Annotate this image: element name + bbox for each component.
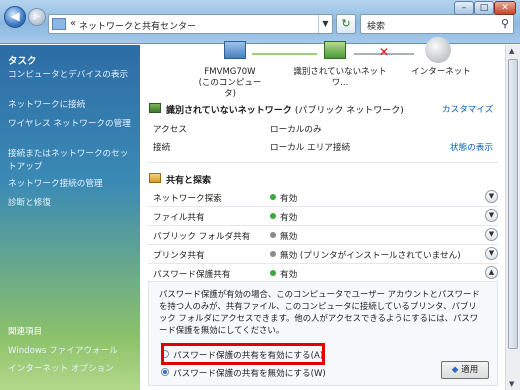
radio-disable-password[interactable]	[161, 368, 169, 376]
network-icon	[324, 41, 346, 59]
breadcrumb[interactable]: ネットワークと共有センター	[79, 19, 196, 32]
sidebar-item-internet-options[interactable]: インターネット オプション	[8, 363, 136, 376]
close-button[interactable]: ✕	[494, 1, 516, 15]
vertical-scrollbar[interactable]: ▲ ▼	[505, 45, 520, 390]
connection-label: 接続	[153, 143, 171, 153]
sharing-row-label: ファイル共有	[153, 213, 205, 223]
forward-button[interactable]: ▶	[28, 8, 46, 26]
chevron-down-icon[interactable]: ▼	[485, 228, 498, 241]
sharing-row-value: 有効	[280, 213, 298, 223]
breadcrumb-separator-icon: «	[70, 18, 77, 29]
maximize-button[interactable]: □	[474, 1, 494, 15]
computer-icon	[224, 41, 246, 59]
computer-subtitle: (このコンピュータ)	[198, 78, 262, 99]
sharing-row-password: パスワード保護共有 有効 ▲	[140, 264, 505, 282]
scroll-up-icon[interactable]: ▲	[509, 47, 514, 55]
computer-name: FMVMG70W	[204, 67, 256, 77]
scroll-thumb[interactable]	[508, 59, 518, 349]
main-content: ✕ FMVMG70W (このコンピュータ) 識別されていないネットワ... イン…	[140, 37, 505, 390]
network-node-label[interactable]: 識別されていないネットワ...	[290, 67, 390, 89]
status-dot-icon	[270, 270, 276, 276]
internet-node-label[interactable]: インターネット	[406, 67, 476, 78]
highlight-box	[161, 343, 325, 365]
sharing-row-label: パブリック フォルダ共有	[153, 232, 251, 242]
shield-icon: ◆	[451, 365, 459, 375]
customize-link[interactable]: カスタマイズ	[442, 103, 493, 115]
globe-icon	[425, 37, 451, 63]
sidebar-item-setup[interactable]: 接続またはネットワークのセットアップ	[8, 148, 136, 174]
chevron-down-icon[interactable]: ▼	[485, 190, 498, 203]
chevron-down-icon[interactable]: ▼	[485, 247, 498, 260]
status-dot-icon	[270, 213, 276, 219]
sidebar-item-firewall[interactable]: Windows ファイアウォール	[8, 345, 136, 358]
status-dot-icon	[270, 251, 276, 257]
sidebar-item-connect[interactable]: ネットワークに接続	[8, 99, 136, 112]
refresh-button[interactable]: ↻	[336, 14, 356, 34]
sharing-row-value: 有効	[280, 270, 298, 280]
network-title: 識別されていないネットワーク (パブリック ネットワーク)	[166, 103, 404, 116]
sharing-row-label: プリンタ共有	[153, 251, 205, 261]
sharing-row: プリンタ共有 無効 (プリンタがインストールされていません) ▼	[140, 245, 505, 263]
radio-disable-label[interactable]: パスワード保護の共有を無効にする(W)	[173, 367, 326, 379]
minimize-button[interactable]: –	[454, 1, 474, 15]
network-name: 識別されていないネットワーク	[166, 106, 292, 116]
sidebar-item-manage-connections[interactable]: ネットワーク接続の管理	[8, 178, 136, 191]
access-label: アクセス	[153, 125, 187, 135]
task-pane-title: タスク	[8, 56, 37, 67]
chevron-down-icon[interactable]: ▼	[485, 209, 498, 222]
sharing-row-value: 有効	[280, 194, 298, 204]
search-icon[interactable]: ⚲	[501, 17, 509, 30]
disconnected-x-icon: ✕	[379, 45, 390, 59]
related-title: 関連項目	[8, 327, 43, 337]
apply-button[interactable]: ◆ 適用	[441, 361, 489, 379]
sharing-title: 共有と探索	[166, 176, 212, 186]
status-dot-icon	[270, 232, 276, 238]
sidebar-item-diagnose[interactable]: 診断と修復	[8, 197, 136, 210]
scroll-down-icon[interactable]: ▼	[509, 380, 514, 388]
computer-node: FMVMG70W (このコンピュータ)	[195, 67, 265, 100]
connection-value: ローカル エリア接続	[270, 143, 351, 153]
sharing-section-icon	[149, 173, 161, 183]
divider	[148, 162, 498, 163]
chevron-up-icon[interactable]: ▲	[485, 266, 498, 279]
link-line	[252, 53, 317, 55]
network-type: (パブリック ネットワーク)	[294, 106, 404, 116]
sharing-row-label: パスワード保護共有	[153, 270, 231, 280]
back-button[interactable]: ◀	[4, 6, 26, 28]
sharing-row-value: 無効	[280, 232, 298, 242]
sidebar-item-view-devices[interactable]: コンピュータとデバイスの表示	[8, 69, 136, 82]
sharing-row-label: ネットワーク探索	[153, 194, 222, 204]
search-input[interactable]: 検索 ⚲	[360, 14, 514, 34]
apply-label: 適用	[461, 365, 479, 375]
status-link[interactable]: 状態の表示	[450, 141, 493, 153]
access-value: ローカルのみ	[270, 125, 322, 135]
status-dot-icon	[270, 194, 276, 200]
address-bar[interactable]: « ネットワークと共有センター ▼	[48, 14, 333, 34]
task-pane: タスク コンピュータとデバイスの表示 ネットワークに接続 ワイヤレス ネットワー…	[0, 45, 140, 390]
network-folder-icon	[52, 18, 66, 30]
sharing-row: パブリック フォルダ共有 無効 ▼	[140, 226, 505, 244]
sharing-row-value: 無効 (プリンタがインストールされていません)	[280, 251, 461, 261]
sharing-row: ネットワーク探索 有効 ▼	[140, 188, 505, 206]
sidebar-item-wireless[interactable]: ワイヤレス ネットワークの管理	[8, 118, 136, 131]
password-sharing-description: パスワード保護が有効の場合、このコンピュータでユーザー アカウントとパスワードを…	[159, 289, 480, 335]
sharing-row: ファイル共有 有効 ▼	[140, 207, 505, 225]
network-section-icon	[149, 103, 161, 113]
chevron-down-icon[interactable]: ▼	[318, 15, 332, 33]
search-placeholder: 検索	[367, 22, 386, 32]
